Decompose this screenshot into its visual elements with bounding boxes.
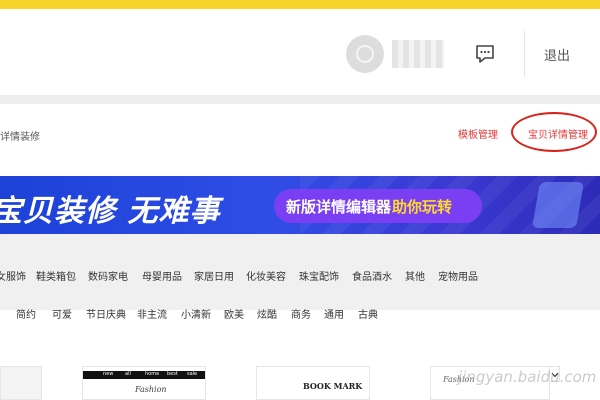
template-preview-nav: new all home best sale — [83, 371, 205, 379]
banner-title: 宝贝装修 无难事 — [0, 194, 221, 229]
style-item[interactable]: 可爱 — [52, 306, 72, 321]
category-item[interactable]: 鞋类箱包 — [36, 268, 76, 283]
breadcrumb: 详情装修 — [0, 132, 40, 143]
style-item[interactable]: 小清新 — [181, 306, 211, 321]
template-card[interactable] — [0, 366, 42, 400]
style-item[interactable]: 古典 — [358, 306, 378, 321]
industry-category-row: 女服饰 鞋类箱包 数码家电 母婴用品 家居日用 化妆美容 珠宝配饰 食品酒水 其… — [0, 268, 520, 284]
preview-nav-item: sale — [187, 371, 198, 377]
preview-nav-item: all — [125, 371, 131, 377]
template-card[interactable]: new all home best sale Fashion — [82, 366, 206, 400]
category-filter: 女服饰 鞋类箱包 数码家电 母婴用品 家居日用 化妆美容 珠宝配饰 食品酒水 其… — [0, 234, 600, 382]
highlight-circle-annotation — [511, 112, 597, 152]
style-item[interactable]: 非主流 — [137, 306, 167, 321]
preview-nav-item: new — [103, 371, 114, 377]
promo-banner[interactable]: 宝贝装修 无难事 新版详情编辑器 助你玩转 — [0, 176, 600, 234]
style-item[interactable]: 简约 — [16, 306, 36, 321]
template-preview-caption: Fashion — [135, 385, 167, 394]
logout-link[interactable]: 退出 — [544, 45, 594, 64]
template-preview-caption: BOOK MARK — [303, 381, 363, 391]
style-item[interactable]: 商务 — [291, 306, 311, 321]
username-blurred — [392, 40, 444, 68]
category-item[interactable]: 食品酒水 — [352, 268, 392, 283]
template-management-link[interactable]: 模板管理 — [458, 126, 498, 141]
top-accent-bar — [0, 0, 600, 9]
category-item[interactable]: 母婴用品 — [142, 268, 182, 283]
banner-subtitle-main: 新版详情编辑器 — [286, 198, 392, 216]
style-item[interactable]: 通用 — [324, 306, 344, 321]
style-category-row: 简约 可爱 节日庆典 非主流 小清新 欧美 炫酷 商务 通用 古典 — [0, 306, 520, 322]
preview-nav-item: home — [145, 371, 160, 377]
template-card[interactable]: BOOK MARK ⊚ ⊚ — [256, 366, 370, 400]
banner-subtitle-accent: 助你玩转 — [392, 198, 453, 216]
message-icon[interactable] — [474, 43, 496, 65]
header: 退出 — [0, 9, 600, 95]
watermark: jingyan.baidu.com — [458, 368, 597, 386]
style-item[interactable]: 欧美 — [224, 306, 244, 321]
header-divider — [524, 31, 525, 77]
main-panel: 详情装修 模板管理 宝贝详情管理 宝贝装修 无难事 新版详情编辑器 助你玩转 女… — [0, 104, 600, 400]
category-item[interactable]: 女服饰 — [0, 268, 26, 283]
page: 退出 详情装修 模板管理 宝贝详情管理 宝贝装修 无难事 新版详情编辑器 助你玩… — [0, 0, 600, 400]
style-item[interactable]: 节日庆典 — [86, 306, 126, 321]
category-item[interactable]: 家居日用 — [194, 268, 234, 283]
category-item[interactable]: 宠物用品 — [438, 268, 478, 283]
category-item[interactable]: 珠宝配饰 — [299, 268, 339, 283]
category-item[interactable]: 其他 — [405, 268, 425, 283]
banner-phone-graphic — [531, 182, 585, 228]
avatar[interactable] — [346, 35, 384, 73]
category-item[interactable]: 化妆美容 — [246, 268, 286, 283]
style-item[interactable]: 炫酷 — [257, 306, 277, 321]
preview-nav-item: best — [167, 371, 178, 377]
category-item[interactable]: 数码家电 — [88, 268, 128, 283]
avatar-placeholder-icon — [356, 45, 374, 63]
